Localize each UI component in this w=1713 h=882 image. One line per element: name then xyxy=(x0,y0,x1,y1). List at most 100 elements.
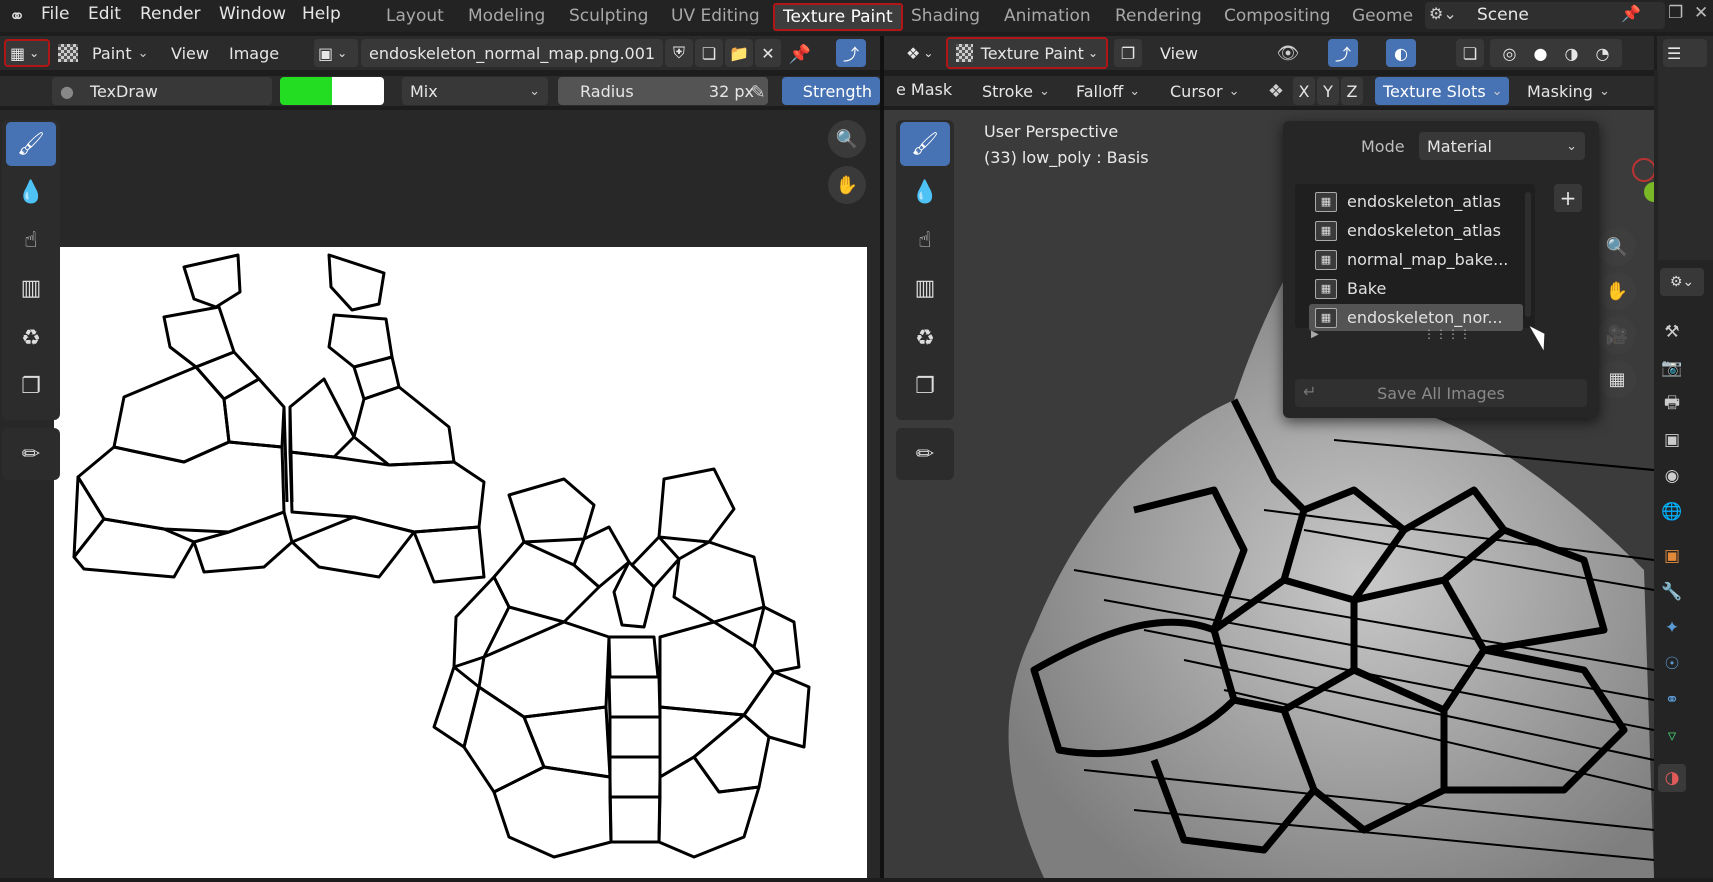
unlink-image-icon[interactable]: ✕ xyxy=(755,39,781,67)
brush-selector[interactable]: ● TexDraw xyxy=(52,77,272,105)
blend-mode-dropdown[interactable]: Mix xyxy=(402,77,548,105)
tab-compositing[interactable]: Compositing xyxy=(1224,6,1331,26)
masking-menu[interactable]: Masking xyxy=(1519,77,1619,105)
zoom-icon[interactable]: 🔍 xyxy=(828,120,866,158)
scene-properties-icon[interactable]: ◉ xyxy=(1658,462,1686,490)
duplicate-image-icon[interactable]: ❏ xyxy=(695,39,723,67)
render-properties-icon[interactable]: 📷 xyxy=(1658,354,1686,382)
gizmo-icon[interactable]: ⤴ xyxy=(1328,39,1358,67)
draw-brush-icon[interactable]: 🖌 xyxy=(6,122,56,166)
tab-layout[interactable]: Layout xyxy=(386,6,444,26)
solid-shading-icon[interactable]: ● xyxy=(1534,44,1548,63)
image-menu[interactable]: Image xyxy=(229,44,279,63)
gizmo-x-axis[interactable] xyxy=(1632,158,1654,182)
list-scrollbar[interactable] xyxy=(1525,192,1531,317)
delete-scene-icon[interactable]: ✕ xyxy=(1694,3,1708,23)
uv-sculpt-icon[interactable]: ⤴ xyxy=(836,39,866,67)
layers-icon[interactable]: ❐ xyxy=(1114,39,1142,67)
slot-mode-dropdown[interactable]: Material xyxy=(1419,132,1585,160)
tab-uv-editing[interactable]: UV Editing xyxy=(671,6,760,26)
viewport-mask-icon[interactable]: ❐ xyxy=(900,364,950,408)
viewport-clone-icon[interactable]: ▥ xyxy=(900,266,950,310)
mirror-x-toggle[interactable]: X xyxy=(1293,77,1315,105)
cursor-menu[interactable]: Cursor xyxy=(1162,77,1254,105)
expand-triangle-icon[interactable]: ▶ xyxy=(1311,329,1319,340)
list-item[interactable]: ▦ Bake xyxy=(1309,275,1523,302)
scene-selector[interactable]: ⚙⌄ Scene 📌 xyxy=(1425,2,1665,29)
radius-slider[interactable]: Radius 32 px xyxy=(558,77,768,105)
tab-modeling[interactable]: Modeling xyxy=(468,6,545,26)
strength-slider[interactable]: Strength xyxy=(782,77,880,105)
list-item-selected[interactable]: ▦ endoskeleton_nor... xyxy=(1309,304,1523,331)
uv-image-canvas[interactable] xyxy=(54,247,867,878)
properties-type-button[interactable]: ⚙⌄ xyxy=(1660,268,1704,296)
soften-brush-icon[interactable]: 💧 xyxy=(6,170,56,214)
add-slot-button[interactable]: + xyxy=(1554,184,1582,212)
editor-type-button[interactable]: ▦ ⌄ xyxy=(4,39,50,67)
menu-edit[interactable]: Edit xyxy=(88,4,121,24)
viewport-mode-dropdown[interactable]: Texture Paint ⌄ xyxy=(946,37,1108,69)
viewport-view-menu[interactable]: View xyxy=(1160,44,1198,63)
viewport-soften-icon[interactable]: 💧 xyxy=(900,170,950,214)
clone-brush-icon[interactable]: ▥ xyxy=(6,266,56,310)
annotate-icon[interactable]: ✏ xyxy=(6,432,56,476)
new-scene-icon[interactable]: ❐ xyxy=(1668,3,1683,23)
tab-sculpting[interactable]: Sculpting xyxy=(569,6,648,26)
viewport-annotate-icon[interactable]: ✏ xyxy=(900,432,950,476)
fake-user-shield-icon[interactable]: ⛨ xyxy=(665,39,693,67)
viewport-fill-icon[interactable]: ♻ xyxy=(900,316,950,360)
list-item[interactable]: ▦ endoskeleton_atlas xyxy=(1309,188,1523,215)
pin-icon[interactable]: 📌 xyxy=(1621,4,1641,23)
tab-texture-paint[interactable]: Texture Paint xyxy=(773,3,903,31)
pressure-pen-icon[interactable]: ✎ xyxy=(744,78,772,106)
menu-help[interactable]: Help xyxy=(302,4,341,24)
tab-geometry[interactable]: Geome xyxy=(1352,6,1413,26)
blender-logo-icon[interactable]: ⚭ xyxy=(4,3,30,29)
mask-menu[interactable]: e Mask xyxy=(896,80,952,99)
save-all-images-button[interactable]: ↵ Save All Images xyxy=(1295,379,1587,407)
tab-shading[interactable]: Shading xyxy=(911,6,980,26)
open-image-folder-icon[interactable]: 📁 xyxy=(725,39,753,67)
view-menu[interactable]: View xyxy=(171,44,209,63)
list-item[interactable]: ▦ endoskeleton_atlas xyxy=(1309,217,1523,244)
tool-properties-icon[interactable]: ⚒ xyxy=(1658,318,1686,346)
tab-rendering[interactable]: Rendering xyxy=(1115,6,1202,26)
mirror-z-toggle[interactable]: Z xyxy=(1341,77,1363,105)
material-shading-icon[interactable]: ◑ xyxy=(1565,44,1579,63)
secondary-color-swatch[interactable] xyxy=(332,77,384,105)
list-resize-handle[interactable]: ⋮⋮⋮⋮ xyxy=(1423,327,1471,341)
output-properties-icon[interactable]: 🖶 xyxy=(1658,390,1686,418)
falloff-menu[interactable]: Falloff xyxy=(1068,77,1152,105)
properties-editor-type-button[interactable]: ☰ xyxy=(1663,39,1707,67)
modifier-properties-icon[interactable]: 🔧 xyxy=(1658,578,1686,606)
texture-slots-menu[interactable]: Texture Slots xyxy=(1375,77,1509,105)
object-properties-icon[interactable]: ▣ xyxy=(1658,542,1686,570)
pin-image-icon[interactable]: 📌 xyxy=(786,40,814,68)
world-properties-icon[interactable]: 🌐 xyxy=(1658,498,1686,526)
fill-brush-icon[interactable]: ♻ xyxy=(6,316,56,360)
object-data-icon[interactable]: ▿ xyxy=(1658,722,1686,750)
constraints-icon[interactable]: ⚭ xyxy=(1658,686,1686,714)
rendered-shading-icon[interactable]: ◔ xyxy=(1596,44,1610,63)
overlays-icon[interactable]: ◐ xyxy=(1386,39,1416,67)
menu-render[interactable]: Render xyxy=(140,4,201,24)
camera-view-icon[interactable]: 🎥 xyxy=(1598,316,1636,354)
mask-brush-icon[interactable]: ❐ xyxy=(6,364,56,408)
menu-file[interactable]: File xyxy=(41,4,69,24)
physics-icon[interactable]: ☉ xyxy=(1658,650,1686,678)
menu-window[interactable]: Window xyxy=(219,4,286,24)
viewport-zoom-icon[interactable]: 🔍 xyxy=(1598,228,1636,266)
primary-color-swatch[interactable] xyxy=(280,77,332,105)
material-properties-icon[interactable]: ◑ xyxy=(1658,764,1686,792)
particles-icon[interactable]: ✦ xyxy=(1658,614,1686,642)
visibility-eye-icon[interactable]: 👁 xyxy=(1274,39,1302,67)
wireframe-shading-icon[interactable]: ◎ xyxy=(1503,44,1517,63)
smear-brush-icon[interactable]: ☝ xyxy=(6,218,56,262)
tab-animation[interactable]: Animation xyxy=(1004,6,1091,26)
mirror-y-toggle[interactable]: Y xyxy=(1317,77,1339,105)
xray-icon[interactable]: ❏ xyxy=(1456,39,1484,67)
pan-hand-icon[interactable]: ✋ xyxy=(828,166,866,204)
viewport-draw-brush-icon[interactable]: 🖌 xyxy=(900,122,950,166)
shading-modes[interactable]: ◎ ● ◑ ◔ xyxy=(1490,39,1622,67)
view-layer-icon[interactable]: ▣ xyxy=(1658,426,1686,454)
